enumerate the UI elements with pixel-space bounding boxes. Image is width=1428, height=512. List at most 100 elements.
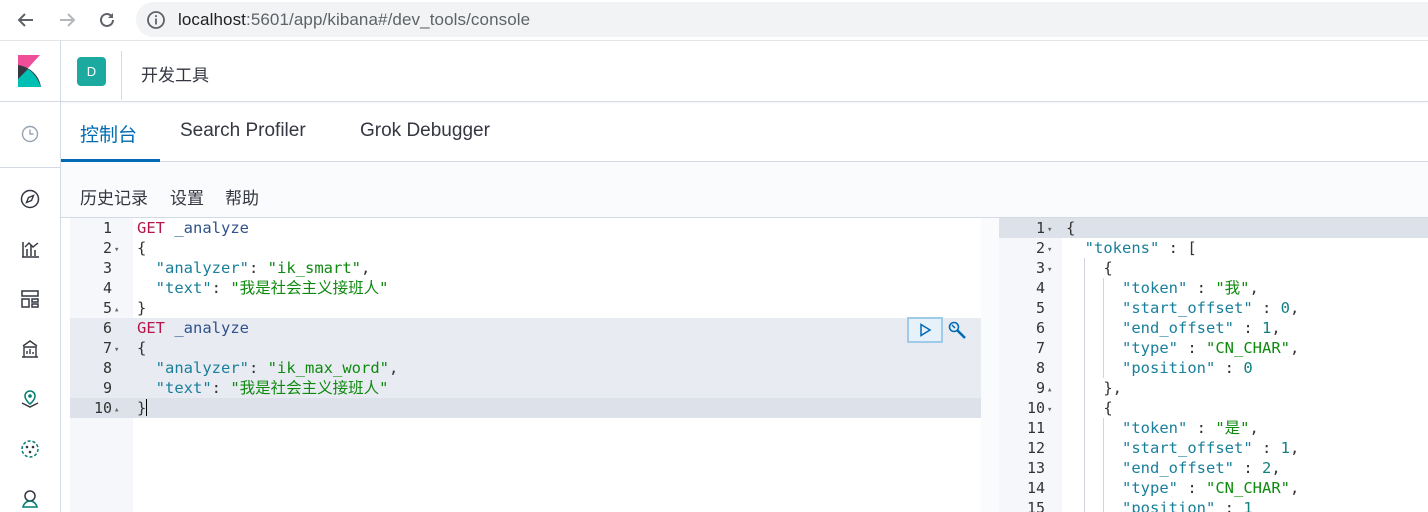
tab-search-profiler[interactable]: Search Profiler: [180, 120, 306, 142]
nav-ml[interactable]: [17, 436, 43, 462]
code-line: }: [137, 399, 148, 417]
line-number[interactable]: 7 ▾: [70, 338, 124, 358]
wrench-icon: [948, 321, 966, 339]
code-line: "position" : 1: [1122, 499, 1253, 512]
code-line: GET _analyze: [137, 219, 249, 237]
code-line: "token" : "是",: [1122, 419, 1259, 437]
address-bar[interactable]: localhost:5601/app/kibana#/dev_tools/con…: [136, 2, 1428, 37]
code-line: "end_offset" : 2,: [1122, 459, 1281, 477]
code-line: "text": "我是社会主义接班人": [155, 279, 389, 297]
response-gutter: 1 ▾ 2 ▾ 3 ▾ 4 5 6 7 8 9 ▴ 10 ▾ 11 12 13 14 15: [999, 218, 1062, 512]
play-icon: [920, 323, 932, 337]
ml-icon: [21, 440, 39, 458]
browser-toolbar: localhost:5601/app/kibana#/dev_tools/con…: [0, 0, 1428, 41]
line-number: 3: [102, 259, 112, 277]
url-path: :5601/app/kibana#/dev_tools/console: [246, 10, 531, 29]
line-number: 7: [1035, 339, 1045, 357]
code-line: "analyzer": "ik_max_word",: [155, 359, 399, 377]
back-button[interactable]: [12, 6, 40, 34]
breadcrumb: 开发工具: [141, 66, 209, 85]
arrow-right-icon: [60, 13, 76, 27]
response-editor: 1 ▾ 2 ▾ 3 ▾ 4 5 6 7 8 9 ▴ 10 ▾ 11 12 13 14 15…: [999, 218, 1428, 512]
code-line: {: [1066, 219, 1076, 237]
send-request-button[interactable]: [907, 317, 943, 343]
nav-maps[interactable]: [17, 386, 43, 412]
kibana-logo-icon[interactable]: [14, 55, 44, 87]
tab-grok-debugger[interactable]: Grok Debugger: [360, 120, 490, 142]
line-number[interactable]: 1 ▾: [999, 218, 1057, 238]
code-line: "start_offset" : 1,: [1122, 439, 1300, 457]
reload-button[interactable]: [93, 6, 121, 34]
forward-button[interactable]: [53, 6, 81, 34]
line-number: 9: [102, 379, 112, 397]
request-gutter: 1 2 ▾ 3 4 5 ▴ 6 7 ▾ 8 9 10 ▴: [70, 218, 133, 512]
line-number: 15: [1026, 499, 1045, 512]
response-code: { "tokens" : [ { "token" : "我", "start_o…: [1062, 218, 1428, 512]
line-number: 8: [102, 359, 112, 377]
code-line: },: [1103, 379, 1122, 397]
line-number: 12: [1026, 439, 1045, 457]
line-number: 1: [102, 219, 112, 237]
nav-visualize[interactable]: [17, 236, 43, 262]
space-avatar[interactable]: D: [77, 57, 106, 86]
clock-icon: [21, 125, 39, 143]
header-divider: [60, 41, 61, 102]
line-number[interactable]: 3 ▾: [999, 258, 1057, 278]
line-number: 6: [102, 319, 112, 337]
history-link[interactable]: 历史记录: [80, 184, 148, 209]
line-number: 6: [1035, 319, 1045, 337]
line-number[interactable]: 2 ▾: [70, 238, 124, 258]
line-number: 8: [1035, 359, 1045, 377]
nav-discover[interactable]: [17, 186, 43, 212]
code-line: {: [137, 339, 147, 357]
code-line: "end_offset" : 1,: [1122, 319, 1281, 337]
help-link[interactable]: 帮助: [225, 184, 259, 209]
line-number[interactable]: 2 ▾: [999, 238, 1057, 258]
code-line: {: [1103, 259, 1113, 277]
nav-canvas[interactable]: [17, 336, 43, 362]
url-text: localhost:5601/app/kibana#/dev_tools/con…: [178, 10, 530, 30]
apm-icon: [22, 490, 38, 508]
dashboard-icon: [21, 290, 39, 308]
request-editor[interactable]: 1 2 ▾ 3 4 5 ▴ 6 7 ▾ 8 9 10 ▴ GET _analyze { …: [70, 218, 981, 512]
site-info-icon[interactable]: [146, 10, 166, 35]
arrow-left-icon: [17, 13, 33, 27]
code-line: "text": "我是社会主义接班人": [155, 379, 389, 397]
editor-resizer[interactable]: [981, 218, 999, 512]
line-number: 13: [1026, 459, 1045, 477]
code-line: {: [1103, 399, 1113, 417]
request-options-button[interactable]: [945, 319, 971, 343]
line-number[interactable]: 5 ▴: [70, 298, 124, 318]
console-menu: 历史记录 设置 帮助: [61, 162, 1428, 218]
request-code[interactable]: GET _analyze { "analyzer": "ik_smart", "…: [133, 218, 981, 512]
line-number[interactable]: 10 ▴: [70, 398, 124, 418]
tab-console[interactable]: 控制台: [80, 120, 137, 147]
line-number[interactable]: 9 ▴: [999, 378, 1057, 398]
kibana-header: D 开发工具: [0, 41, 1428, 102]
code-line: "type" : "CN_CHAR",: [1122, 479, 1300, 497]
text-cursor: [146, 399, 148, 416]
reload-icon: [100, 12, 114, 27]
side-nav: [0, 102, 61, 512]
line-number[interactable]: 10 ▾: [999, 398, 1057, 418]
code-line: "start_offset" : 0,: [1122, 299, 1300, 317]
code-line: GET _analyze: [137, 319, 249, 337]
code-line: "token" : "我",: [1122, 279, 1259, 297]
visualize-icon: [22, 242, 39, 258]
line-number: 11: [1026, 419, 1045, 437]
maps-icon: [21, 390, 39, 408]
code-line: "tokens" : [: [1084, 239, 1197, 257]
compass-icon: [20, 189, 40, 209]
settings-link[interactable]: 设置: [170, 184, 204, 209]
line-number: 4: [102, 279, 112, 297]
line-number: 14: [1026, 479, 1045, 497]
code-line: "analyzer": "ik_smart",: [155, 259, 371, 277]
url-host: localhost: [178, 10, 246, 29]
canvas-icon: [22, 340, 38, 358]
nav-apm[interactable]: [17, 486, 43, 512]
nav-dashboard[interactable]: [17, 286, 43, 312]
code-line: "type" : "CN_CHAR",: [1122, 339, 1300, 357]
code-line: }: [137, 299, 147, 317]
recently-viewed-button[interactable]: [17, 121, 43, 147]
header-divider: [121, 51, 122, 100]
